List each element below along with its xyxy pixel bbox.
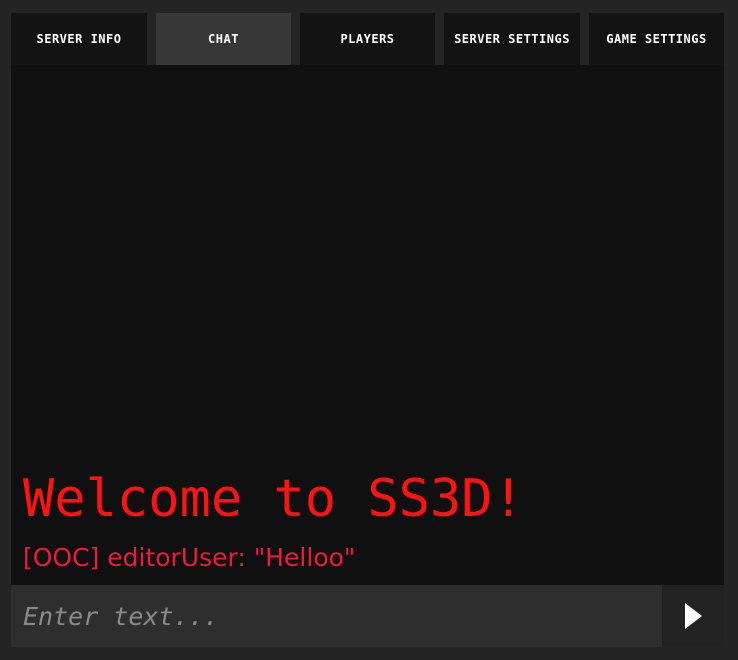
chat-message: [OOC] editorUser: "Helloo" xyxy=(23,543,356,572)
tab-bar: SERVER INFO CHAT PLAYERS SERVER SETTINGS… xyxy=(11,13,724,65)
chat-log[interactable]: Welcome to SS3D! [OOC] editorUser: "Hell… xyxy=(11,65,724,585)
tab-server-info[interactable]: SERVER INFO xyxy=(11,13,147,65)
tab-chat[interactable]: CHAT xyxy=(156,13,291,65)
chat-input[interactable] xyxy=(11,585,662,647)
tab-players[interactable]: PLAYERS xyxy=(300,13,435,65)
play-triangle-icon xyxy=(685,603,702,629)
send-button[interactable] xyxy=(662,585,724,647)
tab-server-settings[interactable]: SERVER SETTINGS xyxy=(444,13,580,65)
chat-input-row xyxy=(11,585,724,647)
tab-game-settings[interactable]: GAME SETTINGS xyxy=(589,13,724,65)
chat-window: SERVER INFO CHAT PLAYERS SERVER SETTINGS… xyxy=(0,0,738,660)
welcome-message: Welcome to SS3D! xyxy=(23,469,524,529)
